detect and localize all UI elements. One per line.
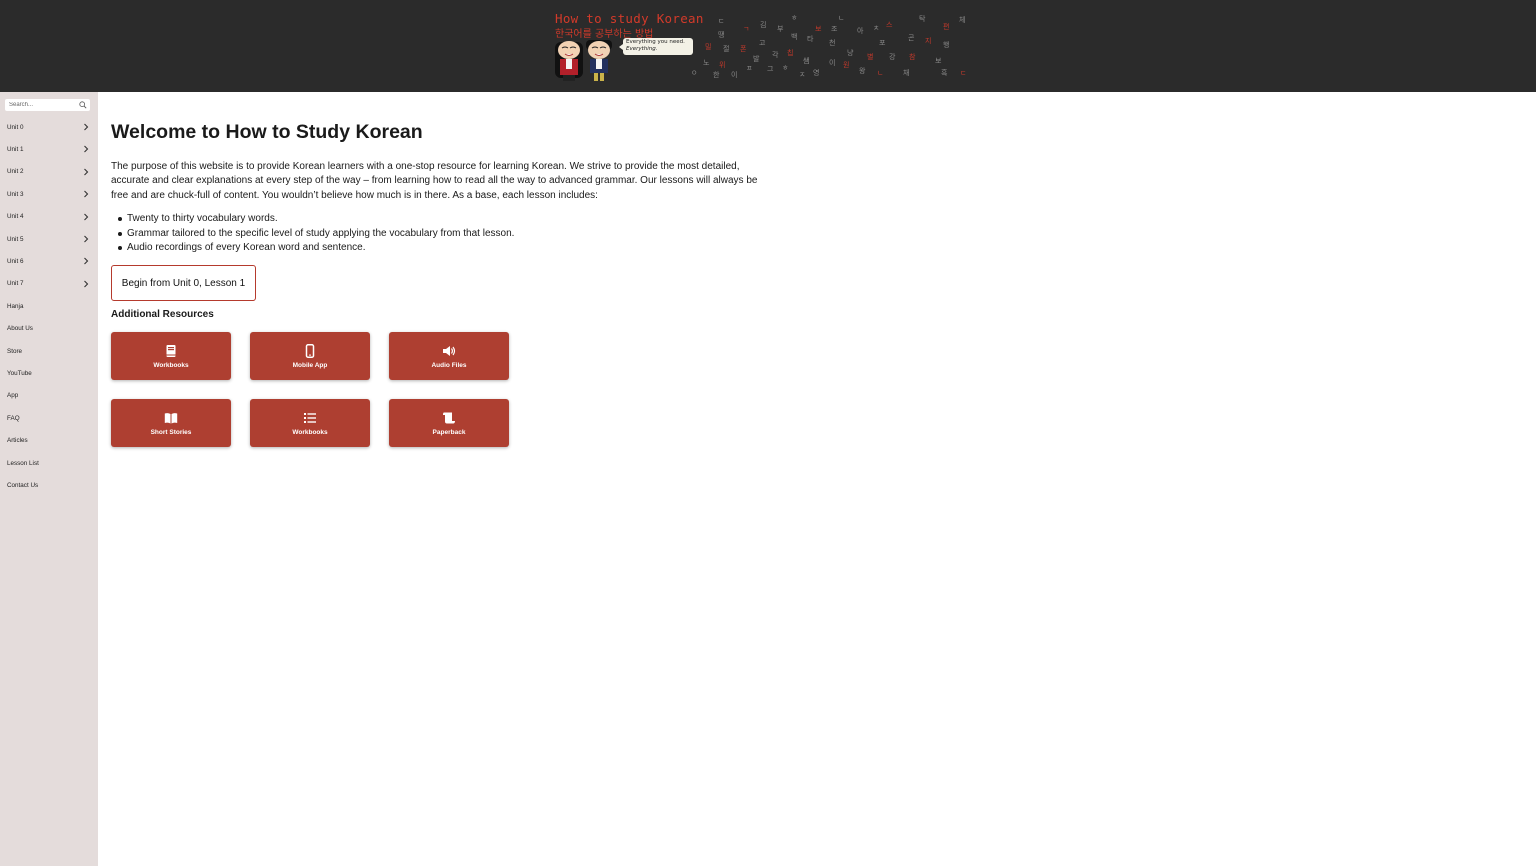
decorative-hangul-pattern: ㄷㄱ 김부 ㅎ보 조ㄴ 아ㅊ 스탁 편체 땡백 타천 포곤 지행 밀절 폰고 칩… <box>691 14 967 79</box>
sidebar-navigation: Unit 0 Unit 1 Unit 2 Unit 3 Unit 4 Unit … <box>0 92 98 866</box>
lesson-features-list: Twenty to thirty vocabulary words. Gramm… <box>118 212 514 256</box>
chevron-right-icon <box>84 123 89 131</box>
sidebar-item-label: Store <box>7 347 23 355</box>
sidebar-item-articles[interactable]: Articles <box>0 429 98 451</box>
site-header: How to study Korean 한국어를 공부하는 방법 Everyth… <box>0 0 1536 92</box>
resource-button-mobile-app[interactable]: Mobile App <box>250 332 370 380</box>
sidebar-item-unit-7[interactable]: Unit 7 <box>0 273 98 295</box>
sidebar-item-label: App <box>7 392 19 400</box>
sidebar-item-unit-2[interactable]: Unit 2 <box>0 161 98 183</box>
resource-label: Workbooks <box>292 428 328 436</box>
sidebar-item-unit-5[interactable]: Unit 5 <box>0 228 98 250</box>
resource-label: Workbooks <box>153 361 189 369</box>
chevron-right-icon <box>84 280 89 288</box>
chevron-right-icon <box>84 213 89 220</box>
resource-label: Paperback <box>432 428 466 436</box>
sidebar-item-lesson-list[interactable]: Lesson List <box>0 452 98 474</box>
sidebar-item-label: Unit 7 <box>7 280 24 288</box>
resource-label: Audio Files <box>431 361 467 369</box>
resource-button-workbooks-list[interactable]: Workbooks <box>250 399 370 447</box>
sidebar-item-unit-4[interactable]: Unit 4 <box>0 206 98 228</box>
speaker-icon <box>443 345 456 356</box>
sidebar-item-label: Unit 1 <box>7 146 24 154</box>
mobile-phone-icon <box>305 343 315 358</box>
sidebar-item-label: Unit 6 <box>7 258 24 266</box>
chevron-right-icon <box>84 168 89 176</box>
resource-button-paperback[interactable]: Paperback <box>389 399 509 447</box>
sidebar-item-label: Articles <box>7 437 28 445</box>
begin-lesson-button[interactable]: Begin from Unit 0, Lesson 1 <box>111 265 256 301</box>
mascot-characters-icon <box>555 40 612 81</box>
sidebar-item-label: Unit 0 <box>7 123 24 131</box>
book-icon <box>166 344 176 357</box>
sidebar-item-label: Contact Us <box>7 481 39 489</box>
sidebar-item-unit-0[interactable]: Unit 0 <box>0 116 98 138</box>
sidebar-menu: Unit 0 Unit 1 Unit 2 Unit 3 Unit 4 Unit … <box>0 116 98 497</box>
sidebar-item-label: Unit 5 <box>7 235 24 243</box>
scroll-icon <box>443 412 455 423</box>
sidebar-item-label: YouTube <box>7 369 32 377</box>
sidebar-item-youtube[interactable]: YouTube <box>0 362 98 384</box>
chevron-right-icon <box>84 235 89 243</box>
page-title: Welcome to How to Study Korean <box>111 121 423 143</box>
search-icon[interactable] <box>79 101 87 109</box>
resource-button-audio-files[interactable]: Audio Files <box>389 332 509 380</box>
resource-label: Mobile App <box>292 361 328 369</box>
sidebar-item-label: Unit 3 <box>7 190 24 198</box>
sidebar-item-contact-us[interactable]: Contact Us <box>0 474 98 496</box>
sidebar-item-label: FAQ <box>7 414 20 422</box>
resources-heading: Additional Resources <box>111 309 214 320</box>
list-icon <box>304 412 316 423</box>
sidebar-item-about-us[interactable]: About Us <box>0 318 98 340</box>
chevron-right-icon <box>84 257 89 265</box>
sidebar-item-label: Unit 2 <box>7 168 24 176</box>
list-item: Audio recordings of every Korean word an… <box>118 241 514 256</box>
chevron-right-icon <box>84 190 89 198</box>
sidebar-item-unit-3[interactable]: Unit 3 <box>0 183 98 205</box>
site-banner-logo[interactable]: How to study Korean 한국어를 공부하는 방법 Everyth… <box>553 8 973 86</box>
speech-bubble-line-2: Everything. <box>626 46 658 52</box>
sidebar-item-app[interactable]: App <box>0 385 98 407</box>
sidebar-item-label: About Us <box>7 325 33 333</box>
search-input[interactable] <box>5 99 77 111</box>
open-book-icon <box>164 412 178 423</box>
sidebar-item-unit-6[interactable]: Unit 6 <box>0 250 98 272</box>
list-item: Grammar tailored to the specific level o… <box>118 227 514 242</box>
chevron-right-icon <box>84 146 89 153</box>
speech-bubble-line-1: Everything you need. <box>626 39 685 45</box>
sidebar-item-label: Unit 4 <box>7 213 24 221</box>
resource-label: Short Stories <box>150 428 192 436</box>
intro-paragraph: The purpose of this website is to provid… <box>111 161 758 201</box>
resource-button-workbooks[interactable]: Workbooks <box>111 332 231 380</box>
list-item: Twenty to thirty vocabulary words. <box>118 212 514 227</box>
sidebar-item-hanja[interactable]: Hanja <box>0 295 98 317</box>
brand-title-english: How to study Korean <box>555 11 704 26</box>
sidebar-item-store[interactable]: Store <box>0 340 98 362</box>
sidebar-item-label: Lesson List <box>7 459 39 467</box>
search-box <box>5 99 90 111</box>
sidebar-item-unit-1[interactable]: Unit 1 <box>0 138 98 160</box>
resource-button-short-stories[interactable]: Short Stories <box>111 399 231 447</box>
sidebar-item-faq[interactable]: FAQ <box>0 407 98 429</box>
sidebar-item-label: Hanja <box>7 302 24 310</box>
